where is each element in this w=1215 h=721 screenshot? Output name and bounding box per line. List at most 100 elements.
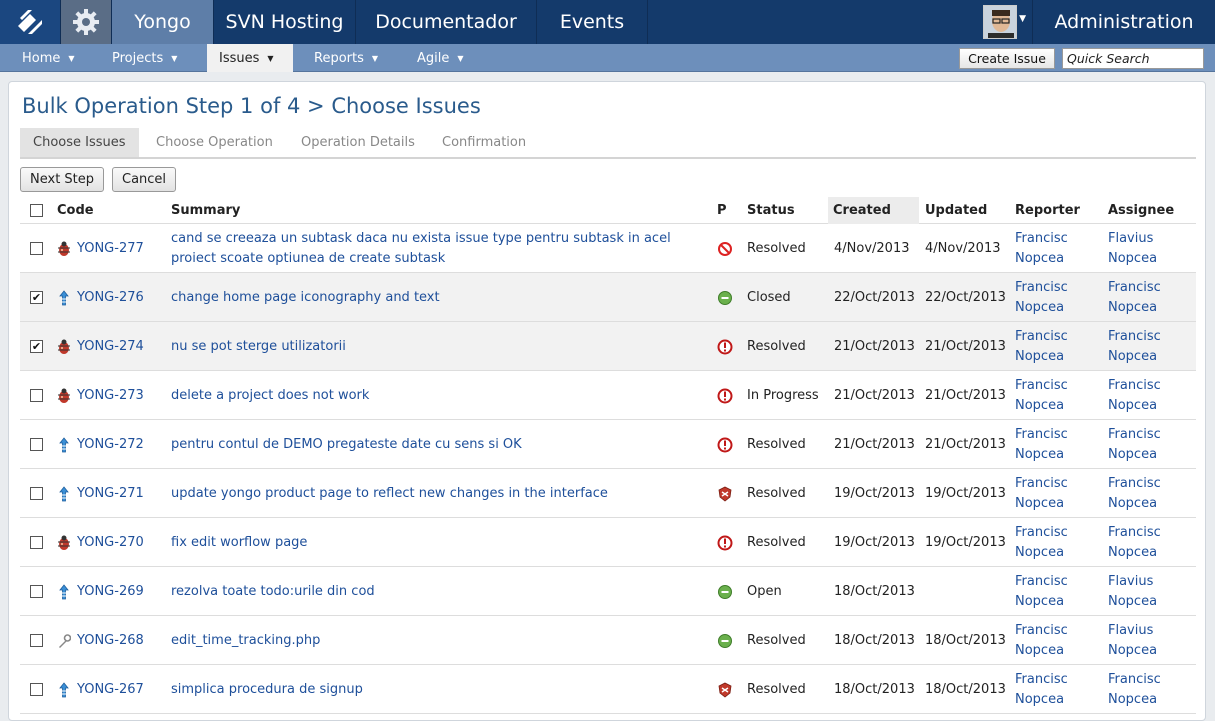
- brand-logo[interactable]: [0, 0, 61, 44]
- issue-code-link[interactable]: YONG-271: [77, 486, 144, 501]
- reporter-link[interactable]: Francisc Nopcea: [1015, 665, 1068, 714]
- assignee-link[interactable]: Francisc Nopcea: [1108, 273, 1161, 322]
- tab-events[interactable]: Events: [537, 0, 648, 44]
- column-summary[interactable]: Summary: [171, 197, 240, 224]
- row-checkbox[interactable]: [30, 585, 43, 598]
- issue-code-link[interactable]: YONG-272: [77, 437, 144, 452]
- step-confirmation[interactable]: Confirmation: [442, 128, 526, 157]
- reporter-link[interactable]: Francisc Nopcea: [1015, 616, 1068, 665]
- assignee-link[interactable]: Francisc Nopcea: [1108, 665, 1161, 714]
- table-row[interactable]: YONG-267 simplica procedura de signup Re…: [20, 665, 1196, 714]
- issue-code-link[interactable]: YONG-277: [77, 241, 144, 256]
- table-row[interactable]: YONG-270 fix edit worflow page Resolved …: [20, 518, 1196, 567]
- issue-summary[interactable]: proiect scoate optiunea de create subtas…: [171, 249, 445, 269]
- issue-created: 21/Oct/2013: [834, 437, 915, 452]
- issue-summary[interactable]: edit_time_tracking.php: [171, 631, 320, 651]
- table-row[interactable]: ✔ YONG-274 nu se pot sterge utilizatorii…: [20, 322, 1196, 371]
- column-priority[interactable]: P: [717, 197, 727, 224]
- assignee-link[interactable]: Francisc Nopcea: [1108, 469, 1161, 518]
- assignee-link[interactable]: Francisc Nopcea: [1108, 518, 1161, 567]
- next-step-button[interactable]: Next Step: [20, 167, 105, 192]
- row-checkbox[interactable]: [30, 389, 43, 402]
- settings-button[interactable]: [61, 0, 112, 44]
- create-issue-button[interactable]: Create Issue: [959, 48, 1055, 69]
- table-row[interactable]: ✔ YONG-276 change home page iconography …: [20, 273, 1196, 322]
- row-checkbox[interactable]: [30, 536, 43, 549]
- issue-summary[interactable]: cand se creeaza un subtask daca nu exist…: [171, 229, 671, 249]
- chevron-down-icon: ▼: [68, 53, 75, 63]
- user-menu[interactable]: ▼: [976, 0, 1033, 44]
- reporter-link[interactable]: Francisc Nopcea: [1015, 420, 1068, 469]
- tab-svn-hosting[interactable]: SVN Hosting: [214, 0, 356, 44]
- assignee-link[interactable]: Francisc Nopcea: [1108, 371, 1161, 420]
- row-checkbox[interactable]: [30, 683, 43, 696]
- issue-updated: 21/Oct/2013: [925, 339, 1006, 354]
- subnav-reports[interactable]: Reports ▼: [314, 44, 378, 72]
- issue-code-link[interactable]: YONG-269: [77, 584, 144, 599]
- row-checkbox[interactable]: ✔: [30, 291, 43, 304]
- row-checkbox[interactable]: ✔: [30, 340, 43, 353]
- improvement-icon: [57, 289, 71, 306]
- subnav-projects[interactable]: Projects ▼: [112, 44, 177, 72]
- issue-code-link[interactable]: YONG-270: [77, 535, 144, 550]
- column-status[interactable]: Status: [747, 197, 795, 224]
- reporter-link[interactable]: Francisc Nopcea: [1015, 224, 1068, 273]
- bug-icon: [57, 241, 71, 257]
- reporter-link[interactable]: Francisc Nopcea: [1015, 273, 1068, 322]
- administration-link[interactable]: Administration: [1033, 0, 1215, 44]
- assignee-link[interactable]: Francisc Nopcea: [1108, 322, 1161, 371]
- issue-summary[interactable]: rezolva toate todo:urile din cod: [171, 582, 375, 602]
- issue-summary[interactable]: fix edit worflow page: [171, 533, 307, 553]
- issue-code-link[interactable]: YONG-268: [77, 633, 144, 648]
- tab-documentador[interactable]: Documentador: [356, 0, 537, 44]
- issue-code-link[interactable]: YONG-273: [77, 388, 144, 403]
- assignee-link[interactable]: Flavius Nopcea: [1108, 224, 1157, 273]
- table-row[interactable]: YONG-269 rezolva toate todo:urile din co…: [20, 567, 1196, 616]
- assignee-link[interactable]: Francisc Nopcea: [1108, 420, 1161, 469]
- issue-summary[interactable]: pentru contul de DEMO pregateste date cu…: [171, 435, 522, 455]
- cancel-button[interactable]: Cancel: [112, 167, 177, 192]
- subnav-home[interactable]: Home ▼: [22, 44, 75, 72]
- issue-summary[interactable]: change home page iconography and text: [171, 288, 440, 308]
- issue-status: Resolved: [747, 486, 806, 501]
- issue-status: Resolved: [747, 437, 806, 452]
- issue-summary[interactable]: simplica procedura de signup: [171, 680, 363, 700]
- issue-created: 18/Oct/2013: [834, 682, 915, 697]
- assignee-link[interactable]: Flavius Nopcea: [1108, 616, 1157, 665]
- subnav-issues[interactable]: Issues ▼: [207, 44, 293, 72]
- step-operation-details[interactable]: Operation Details: [301, 128, 415, 157]
- reporter-link[interactable]: Francisc Nopcea: [1015, 371, 1068, 420]
- table-row[interactable]: YONG-271 update yongo product page to re…: [20, 469, 1196, 518]
- row-checkbox[interactable]: [30, 634, 43, 647]
- table-row[interactable]: YONG-273 delete a project does not work …: [20, 371, 1196, 420]
- table-row[interactable]: YONG-277 cand se creeaza un subtask daca…: [20, 224, 1196, 273]
- issue-code-link[interactable]: YONG-276: [77, 290, 144, 305]
- column-reporter[interactable]: Reporter: [1015, 197, 1080, 224]
- step-choose-operation[interactable]: Choose Operation: [156, 128, 273, 157]
- table-row[interactable]: YONG-268 edit_time_tracking.php Resolved…: [20, 616, 1196, 665]
- row-checkbox[interactable]: [30, 242, 43, 255]
- quick-search-input[interactable]: [1062, 48, 1204, 69]
- step-choose-issues[interactable]: Choose Issues: [20, 128, 139, 157]
- reporter-link[interactable]: Francisc Nopcea: [1015, 469, 1068, 518]
- issue-updated: 19/Oct/2013: [925, 486, 1006, 501]
- issue-code-link[interactable]: YONG-267: [77, 682, 144, 697]
- column-assignee[interactable]: Assignee: [1108, 197, 1174, 224]
- issue-code-link[interactable]: YONG-274: [77, 339, 144, 354]
- row-checkbox[interactable]: [30, 438, 43, 451]
- table-row[interactable]: YONG-272 pentru contul de DEMO pregatest…: [20, 420, 1196, 469]
- issue-summary[interactable]: update yongo product page to reflect new…: [171, 484, 608, 504]
- issue-summary[interactable]: delete a project does not work: [171, 386, 369, 406]
- subnav-agile[interactable]: Agile ▼: [417, 44, 464, 72]
- column-created[interactable]: Created: [828, 197, 919, 224]
- issue-summary[interactable]: nu se pot sterge utilizatorii: [171, 337, 346, 357]
- column-updated[interactable]: Updated: [925, 197, 987, 224]
- reporter-link[interactable]: Francisc Nopcea: [1015, 322, 1068, 371]
- tab-yongo[interactable]: Yongo: [112, 0, 214, 44]
- assignee-link[interactable]: Flavius Nopcea: [1108, 567, 1157, 616]
- column-code[interactable]: Code: [57, 197, 94, 224]
- row-checkbox[interactable]: [30, 487, 43, 500]
- reporter-link[interactable]: Francisc Nopcea: [1015, 567, 1068, 616]
- select-all-checkbox[interactable]: [30, 204, 43, 217]
- reporter-link[interactable]: Francisc Nopcea: [1015, 518, 1068, 567]
